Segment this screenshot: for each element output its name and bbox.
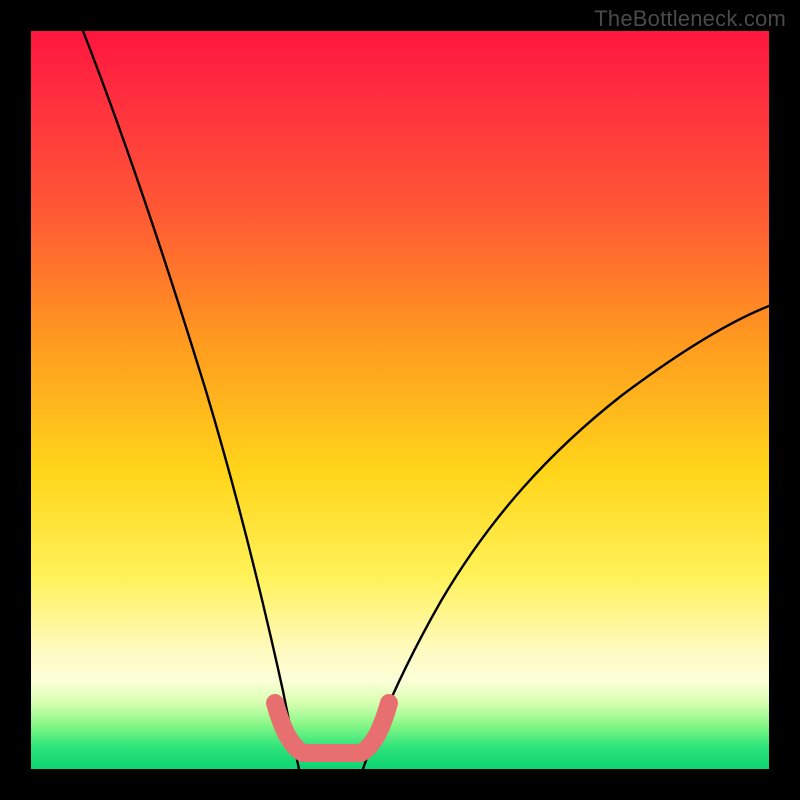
left-curve [83,31,299,769]
watermark-text: TheBottleneck.com [594,6,786,32]
right-curve [363,306,769,769]
chart-overlay [31,31,769,769]
chart-frame: TheBottleneck.com [0,0,800,800]
bottom-highlight [275,703,389,753]
